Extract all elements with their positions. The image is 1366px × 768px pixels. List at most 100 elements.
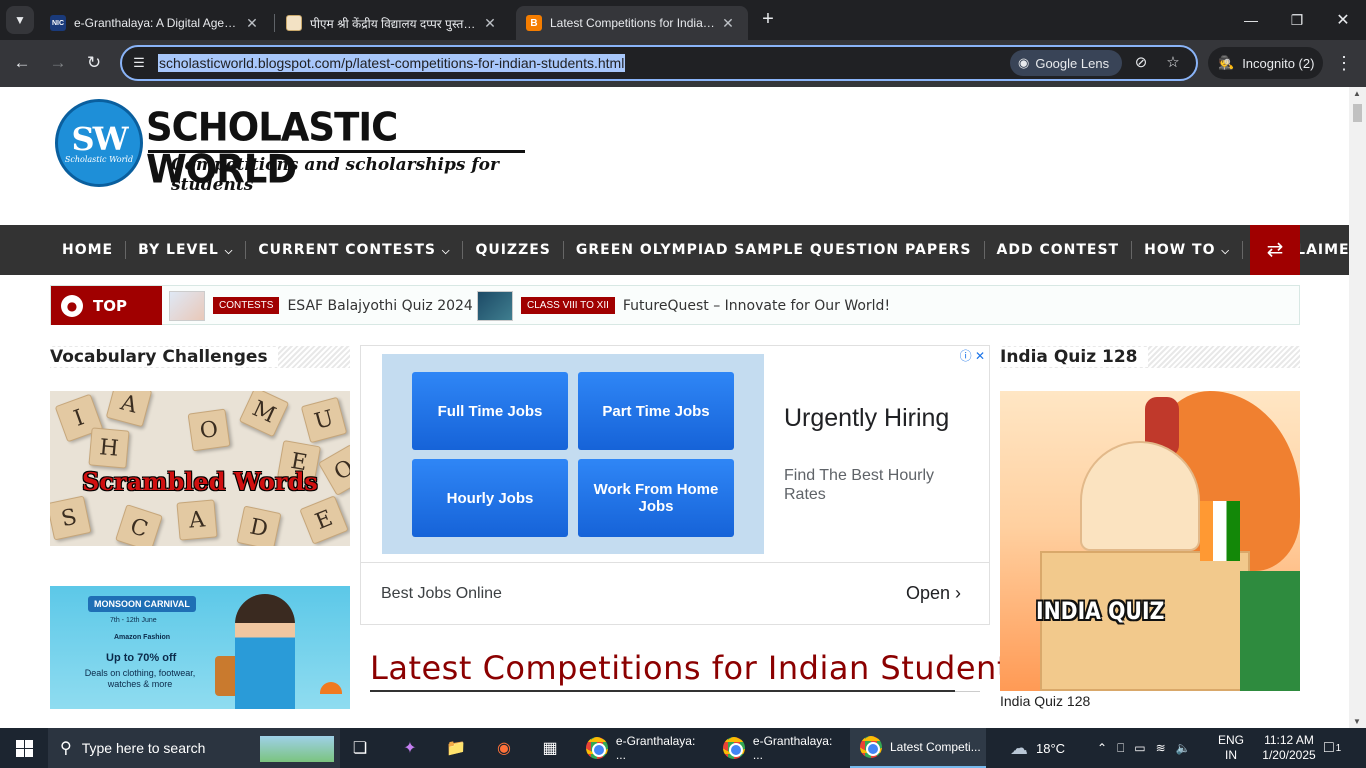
tab-latest-competitions[interactable]: B Latest Competitions for Indian Student… [516, 6, 748, 40]
nav-label: BY LEVEL [138, 242, 219, 258]
minimize-icon[interactable]: — [1228, 0, 1274, 40]
ad-image[interactable]: Full Time Jobs Part Time Jobs Hourly Job… [382, 354, 764, 554]
tab-e-granthalaya[interactable]: NIC e-Granthalaya: A Digital Agenda ✕ [40, 6, 272, 40]
widget-header-right: India Quiz 128 [1000, 346, 1300, 368]
taskbar-app-chrome-active[interactable]: Latest Competi... [850, 728, 986, 768]
ticker-text[interactable]: FutureQuest – Innovate for Our World! [623, 298, 890, 314]
kebab-menu-icon[interactable]: ⋮ [1332, 50, 1356, 76]
file-explorer-icon[interactable]: 📁 [436, 732, 476, 764]
nic-favicon-icon: NIC [50, 15, 66, 31]
monsoon-carnival-ad[interactable]: MONSOON CARNIVAL 7th - 12th June Amazon … [50, 586, 350, 709]
ad-advertiser: Best Jobs Online [381, 585, 502, 602]
nav-home[interactable]: HOME [50, 242, 125, 258]
flag-graphic [1200, 501, 1240, 561]
tab-search-button[interactable]: ▼ [6, 6, 34, 34]
google-lens-button[interactable]: ◉ Google Lens [1010, 50, 1122, 76]
close-window-icon[interactable]: ✕ [1320, 0, 1366, 40]
task-view-icon[interactable]: ❏ [340, 732, 380, 764]
ad-button[interactable]: Hourly Jobs [412, 459, 568, 537]
ticker-text[interactable]: ESAF Balajyothi Quiz 2024 [287, 298, 472, 314]
restore-icon[interactable]: ❐ [1274, 0, 1320, 40]
taskbar-app-chrome[interactable]: e-Granthalaya: ... [713, 728, 845, 768]
scrambled-words-image[interactable]: I A O M U E O H S C A D E Scrambled Word… [50, 391, 350, 546]
ticker-tag: CLASS VIII TO XII [521, 297, 615, 314]
nav-quizzes[interactable]: QUIZZES [463, 242, 562, 258]
language-indicator[interactable]: ENG IN [1218, 728, 1244, 768]
weather-temp: 18°C [1036, 740, 1066, 756]
close-tab-icon[interactable]: ✕ [718, 15, 738, 32]
greenery-graphic [1240, 571, 1300, 691]
battery-icon[interactable]: ▭ [1134, 741, 1145, 755]
clock-date: 1/20/2025 [1262, 748, 1316, 762]
scroll-thumb[interactable] [1353, 104, 1362, 122]
address-bar[interactable]: ☰ scholasticworld.blogspot.com/p/latest-… [120, 45, 1198, 81]
nav-green-olympiad[interactable]: GREEN OLYMPIAD SAMPLE QUESTION PAPERS [564, 242, 984, 258]
calculator-icon[interactable]: ▦ [530, 732, 570, 764]
scroll-up-icon[interactable]: ▲ [1353, 89, 1361, 98]
blogger-favicon-icon: B [526, 15, 542, 31]
ticker-item[interactable]: CLASS VIII TO XII FutureQuest – Innovate… [477, 290, 890, 321]
monsoon-brand: Amazon Fashion [114, 634, 171, 641]
close-tab-icon[interactable]: ✕ [242, 15, 262, 32]
ad-subtext: Find The Best Hourly Rates [784, 467, 934, 503]
nav-by-level[interactable]: BY LEVEL ⌵ [126, 242, 245, 258]
weather-widget[interactable]: ☁ 18°C [1010, 728, 1065, 768]
eye-off-icon[interactable]: ⊘ [1130, 52, 1152, 74]
adchoices-icon[interactable]: ⓘ ✕ [960, 347, 985, 364]
nav-how-to[interactable]: HOW TO ⌵ [1132, 242, 1242, 258]
arrow-right-icon[interactable]: → [45, 50, 71, 76]
ticker-label: ● TOP [51, 286, 162, 325]
chrome-icon [586, 737, 608, 759]
search-highlight-graphic [260, 736, 334, 762]
web-page: SW Scholastic World SCHOLASTIC WORLD Com… [0, 87, 1349, 728]
copilot-icon[interactable]: ✦ [390, 732, 430, 764]
chrome-icon [723, 737, 745, 759]
url-text[interactable]: scholasticworld.blogspot.com/p/latest-co… [158, 54, 626, 72]
letter-tile: D [236, 505, 282, 546]
shuffle-icon[interactable]: ⇄ [1250, 225, 1300, 275]
plus-icon[interactable]: + [756, 8, 780, 32]
incognito-profile-button[interactable]: 🕵 Incognito (2) [1208, 47, 1323, 79]
search-icon: ⚲ [60, 740, 72, 757]
reload-icon[interactable]: ↻ [81, 50, 107, 76]
notification-center[interactable]: □ 1 [1324, 728, 1341, 768]
logo-tagline: Competitions and scholarships for studen… [171, 155, 499, 195]
post-title: Latest Competitions for Indian Students [370, 649, 1028, 687]
ad-open-button[interactable]: Open › [906, 583, 961, 604]
nav-current-contests[interactable]: CURRENT CONTESTS ⌵ [246, 242, 462, 258]
star-icon[interactable]: ☆ [1162, 52, 1184, 74]
india-quiz-image[interactable]: INDIA QUIZ [1000, 391, 1300, 691]
scroll-down-icon[interactable]: ▼ [1353, 717, 1361, 726]
windows-icon [15, 739, 33, 757]
chevron-right-icon: › [955, 583, 961, 603]
usb-icon[interactable]: ⎕ [1117, 741, 1124, 756]
close-tab-icon[interactable]: ✕ [480, 15, 500, 32]
lens-icon: ◉ [1018, 55, 1030, 70]
firefox-icon[interactable]: ◉ [484, 732, 524, 764]
india-quiz-caption[interactable]: India Quiz 128 [1000, 693, 1090, 709]
arrow-left-icon[interactable]: ← [9, 50, 35, 76]
start-button[interactable] [0, 728, 48, 768]
browser-toolbar: ← → ↻ ☰ scholasticworld.blogspot.com/p/l… [0, 40, 1366, 87]
taskbar-search[interactable]: ⚲ Type here to search [48, 728, 340, 768]
chevron-up-icon[interactable]: ⌃ [1097, 741, 1107, 755]
wifi-icon[interactable]: ≋ [1156, 741, 1166, 755]
ad-headline[interactable]: Urgently Hiring [784, 404, 949, 433]
jobs-ad[interactable]: ⓘ ✕ Full Time Jobs Part Time Jobs Hourly… [360, 345, 990, 625]
clock[interactable]: 11:12 AM 1/20/2025 [1256, 728, 1322, 768]
page-scrollbar[interactable]: ▲ ▼ [1349, 87, 1366, 728]
ticker-item[interactable]: CONTESTS ESAF Balajyothi Quiz 2024 [169, 290, 473, 321]
volume-icon[interactable]: 🔈 [1176, 741, 1191, 755]
tune-icon[interactable]: ☰ [130, 54, 148, 72]
ad-footer[interactable]: Best Jobs Online Open › [361, 562, 989, 625]
ad-button[interactable]: Full Time Jobs [412, 372, 568, 450]
letter-tile: O [318, 444, 350, 496]
nav-add-contest[interactable]: ADD CONTEST [985, 242, 1132, 258]
logo-badge-text: SW [71, 119, 128, 158]
ad-button[interactable]: Work From Home Jobs [578, 459, 734, 537]
taj-mahal-graphic [1080, 441, 1200, 551]
taskbar-app-chrome[interactable]: e-Granthalaya: ... [576, 728, 708, 768]
site-logo[interactable]: SW Scholastic World SCHOLASTIC WORLD Com… [53, 97, 533, 195]
tab-kv-library[interactable]: पीएम श्री केंद्रीय विद्यालय दप्पर पुस्तक… [276, 6, 510, 40]
ad-button[interactable]: Part Time Jobs [578, 372, 734, 450]
